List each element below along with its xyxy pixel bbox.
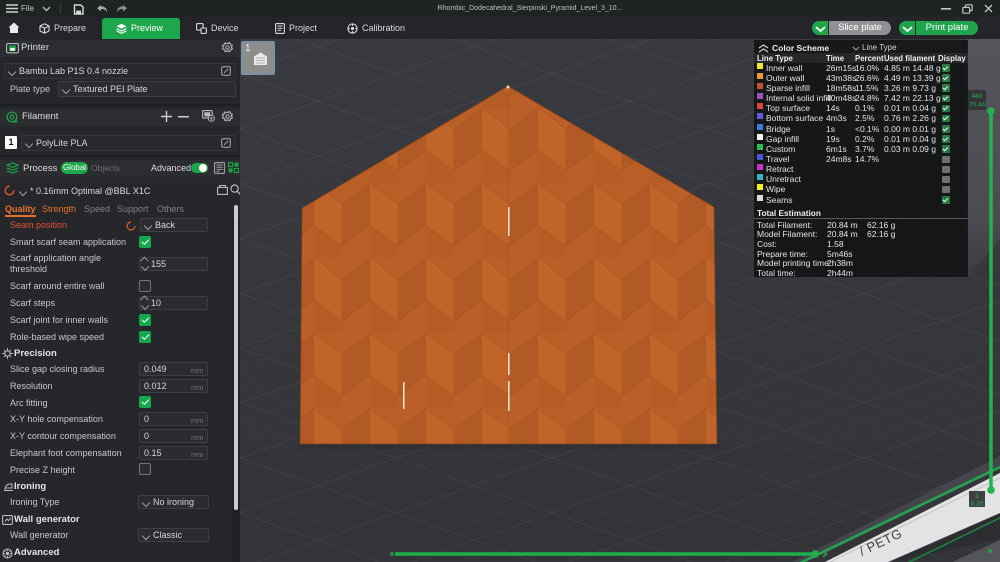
svg-text:70.44: 70.44 xyxy=(969,102,986,109)
svg-text:440: 440 xyxy=(972,93,983,100)
svg-text:1: 1 xyxy=(975,493,979,500)
svg-text:0.20: 0.20 xyxy=(971,501,984,508)
